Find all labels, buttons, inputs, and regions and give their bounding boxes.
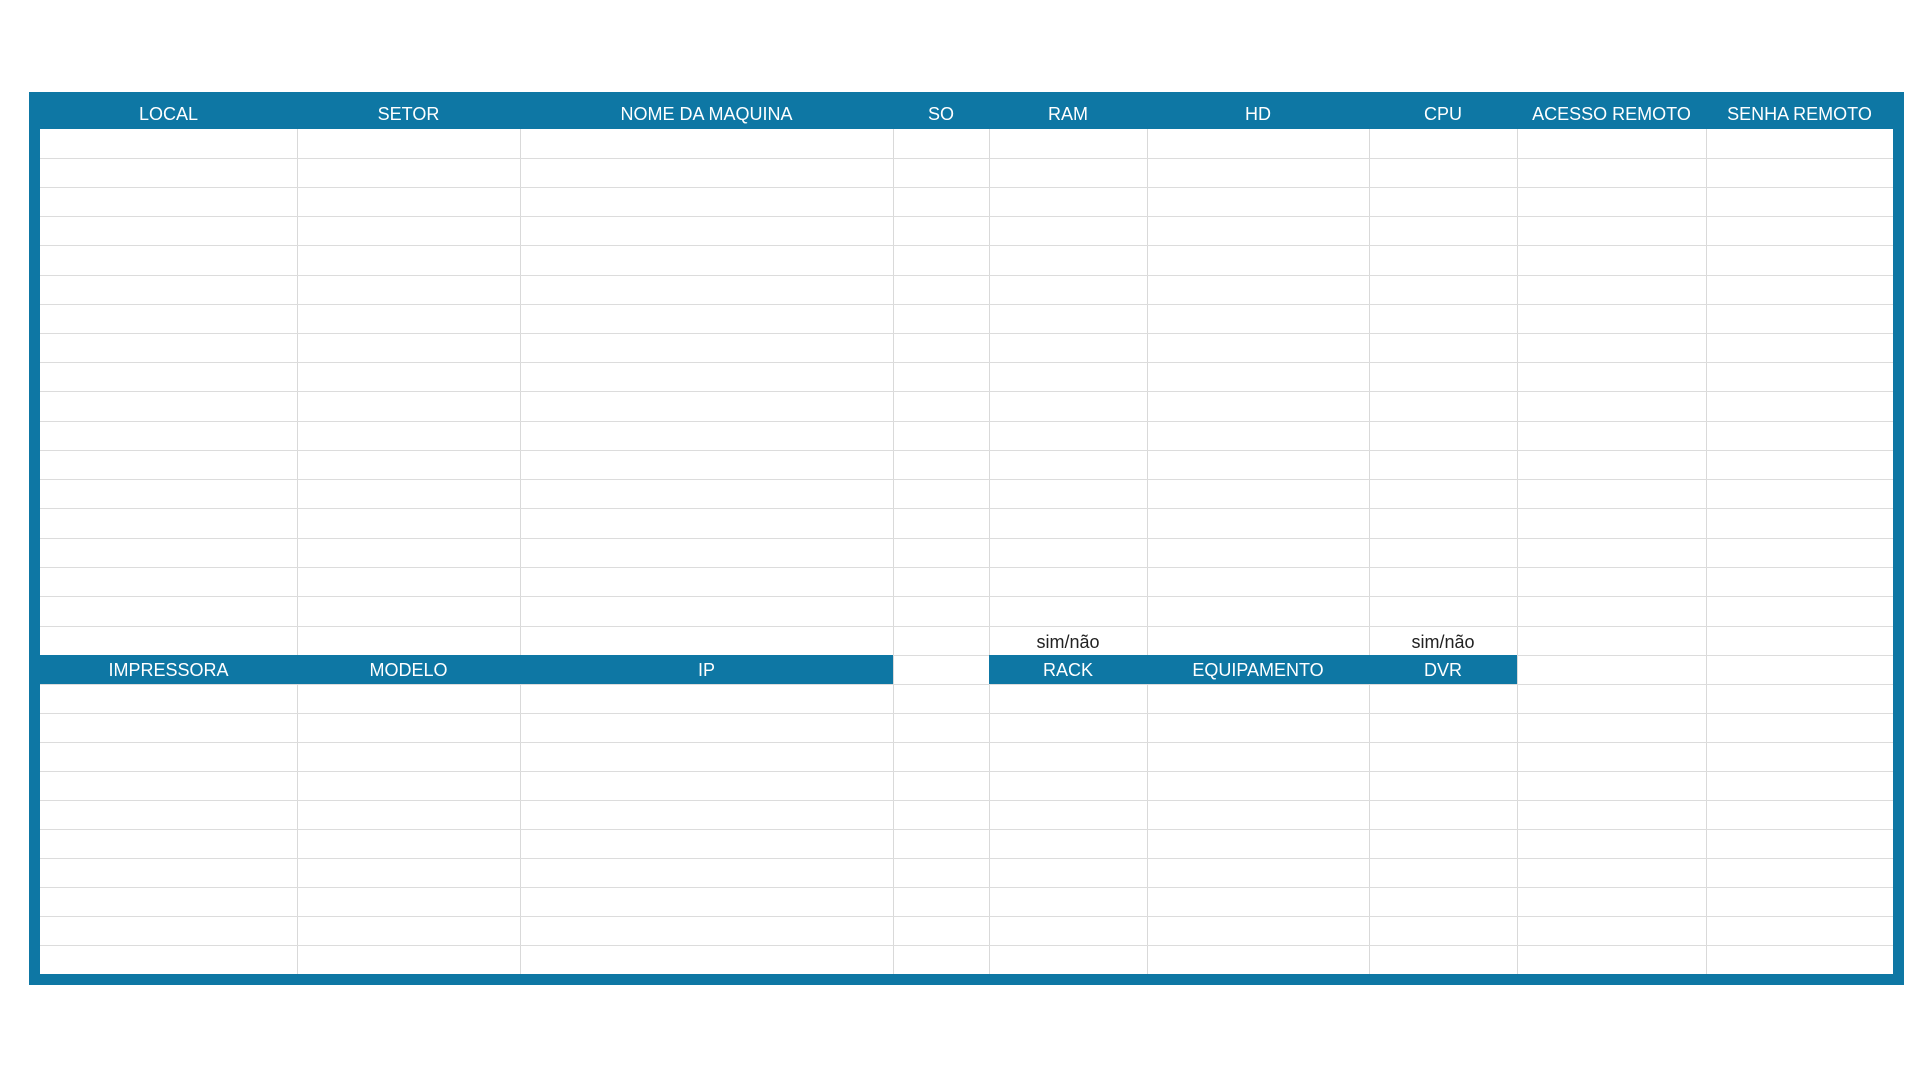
column-header-ip[interactable]: IP [520, 655, 893, 684]
grid-row-line [40, 713, 1893, 714]
grid-row-line [40, 275, 1893, 276]
grid-column-line [1517, 129, 1518, 974]
grid-row-line [40, 421, 1893, 422]
grid-row-line [40, 567, 1893, 568]
grid-row-line [40, 245, 1893, 246]
grid-column-line [1369, 129, 1370, 974]
grid-row-line [40, 304, 1893, 305]
grid-row-line [40, 829, 1893, 830]
column-header-acesso-remoto[interactable]: ACESSO REMOTO [1517, 92, 1706, 129]
column-header-dvr[interactable]: DVR [1369, 655, 1517, 684]
grid-row-line [40, 508, 1893, 509]
grid-row-line [40, 887, 1893, 888]
grid-row-line [40, 626, 1893, 627]
column-header-setor[interactable]: SETOR [297, 92, 520, 129]
column-header-hd[interactable]: HD [1147, 92, 1369, 129]
grid-column-line [1147, 129, 1148, 974]
grid-row-line [40, 187, 1893, 188]
column-header-equipamento[interactable]: EQUIPAMENTO [1147, 655, 1369, 684]
spreadsheet-frame: LOCAL SETOR NOME DA MAQUINA SO RAM HD CP… [29, 92, 1904, 985]
column-header-so[interactable]: SO [893, 92, 989, 129]
main-table-header: LOCAL SETOR NOME DA MAQUINA SO RAM HD CP… [29, 92, 1904, 129]
grid-row-line [40, 596, 1893, 597]
grid-column-line [989, 129, 990, 974]
grid-row-line [40, 742, 1893, 743]
grid-column-line [1706, 129, 1707, 974]
ram-hint-note[interactable]: sim/não [989, 626, 1147, 655]
grid-row-line [40, 858, 1893, 859]
grid-column-line [893, 129, 894, 974]
column-header-ram[interactable]: RAM [989, 92, 1147, 129]
grid-row-line [40, 800, 1893, 801]
grid-row-line [40, 538, 1893, 539]
grid-row-line [40, 916, 1893, 917]
grid-row-line [40, 216, 1893, 217]
column-header-impressora[interactable]: IMPRESSORA [40, 655, 297, 684]
grid-column-line [297, 129, 298, 974]
column-header-rack[interactable]: RACK [989, 655, 1147, 684]
grid-row-line [40, 158, 1893, 159]
cpu-hint-note[interactable]: sim/não [1369, 626, 1517, 655]
grid-row-line [40, 333, 1893, 334]
column-header-senha-remoto[interactable]: SENHA REMOTO [1706, 92, 1893, 129]
grid-area[interactable]: sim/não sim/não IMPRESSORA MODELO IP RAC… [40, 129, 1893, 974]
grid-column-line [520, 129, 521, 974]
grid-row-line [40, 945, 1893, 946]
column-header-nome-da-maquina[interactable]: NOME DA MAQUINA [520, 92, 893, 129]
grid-row-line [40, 684, 1893, 685]
column-header-cpu[interactable]: CPU [1369, 92, 1517, 129]
grid-row-line [40, 362, 1893, 363]
column-header-local[interactable]: LOCAL [40, 92, 297, 129]
grid-row-line [40, 391, 1893, 392]
column-header-modelo[interactable]: MODELO [297, 655, 520, 684]
grid-row-line [40, 771, 1893, 772]
grid-row-line [40, 479, 1893, 480]
grid-row-line [40, 450, 1893, 451]
